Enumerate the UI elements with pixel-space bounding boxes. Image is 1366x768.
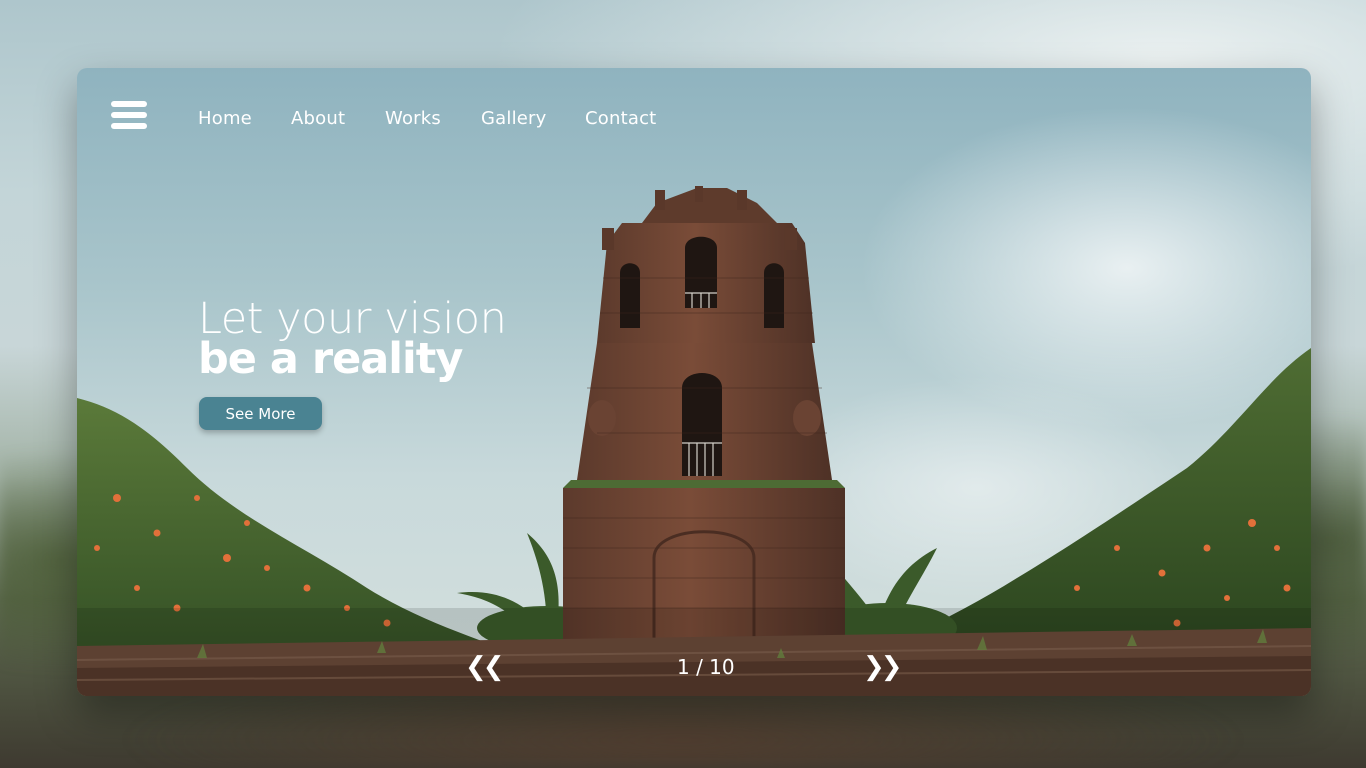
- menu-bar: [111, 123, 147, 129]
- hamburger-menu-icon[interactable]: [111, 101, 147, 133]
- nav-home[interactable]: Home: [198, 108, 252, 129]
- nav-contact[interactable]: Contact: [585, 108, 656, 129]
- double-chevron-right-icon[interactable]: ❯❯: [863, 647, 903, 687]
- nav-works[interactable]: Works: [385, 108, 441, 129]
- hero-card: Home About Works Gallery Contact Let you…: [77, 68, 1311, 696]
- see-more-button[interactable]: See More: [199, 397, 322, 430]
- menu-bar: [111, 112, 147, 118]
- nav-gallery[interactable]: Gallery: [481, 108, 547, 129]
- slide-counter: 1 / 10: [677, 655, 735, 679]
- menu-bar: [111, 101, 147, 107]
- slide-pager: ❮❮ 1 / 10 ❯❯: [77, 647, 1311, 687]
- nav-about[interactable]: About: [291, 108, 345, 129]
- hero-title-line2: be a reality: [198, 334, 463, 384]
- double-chevron-left-icon[interactable]: ❮❮: [465, 647, 505, 687]
